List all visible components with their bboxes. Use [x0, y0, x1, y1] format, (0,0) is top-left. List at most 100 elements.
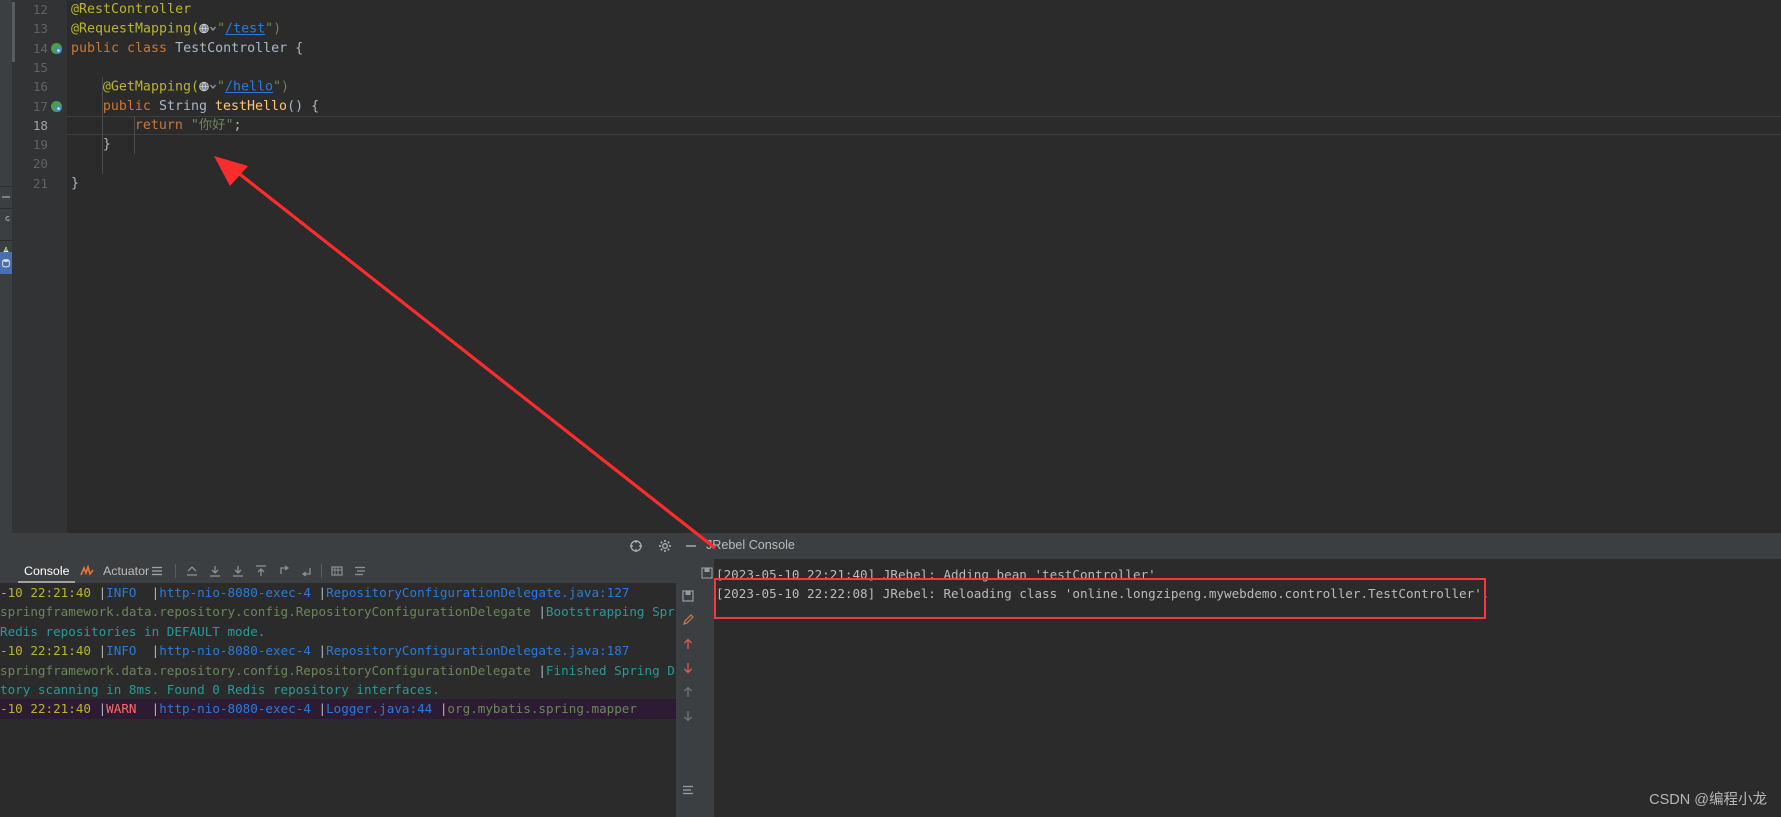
next-occurrence-arrow-icon[interactable] [681, 661, 695, 675]
console-line[interactable]: -10 22:21:40 |WARN |http-nio-8080-exec-4… [0, 699, 637, 718]
code-token: public [102, 98, 159, 114]
code-line[interactable] [67, 58, 1781, 77]
code-line[interactable]: return "你好"; [67, 116, 1781, 135]
console-segment: http-nio-8080-exec-4 [159, 701, 319, 717]
sidebar-item-structure[interactable] [0, 186, 12, 208]
code-token: public class [71, 40, 176, 56]
gear-icon[interactable] [658, 539, 672, 553]
wrap-text-icon[interactable] [681, 783, 695, 797]
code-line[interactable]: @RestController [67, 0, 1781, 19]
code-token: " [217, 21, 226, 37]
sidebar-item-database[interactable] [0, 252, 12, 274]
console-segment: | [538, 662, 546, 678]
code-text-area[interactable]: @RestController @RequestMapping("/test") p… [67, 0, 1781, 533]
jrebel-console-title: JRebel Console [706, 538, 795, 552]
ide-window: 12 13 14 15 16 17 18 19 20 21 @RestController @Req… [0, 0, 1781, 817]
code-line[interactable]: @GetMapping("/hello") [67, 77, 1781, 96]
run-panel-header [0, 533, 700, 559]
code-token: { [287, 40, 304, 56]
console-segment: http-nio-8080-exec-4 [159, 643, 319, 659]
web-mapping-gutter-icon[interactable] [199, 19, 217, 38]
next-item-icon[interactable] [681, 709, 695, 723]
print-icon[interactable] [330, 564, 344, 578]
bottom-tool-window: JRebel Console Console Actuator -10 22:2… [0, 533, 1781, 817]
jrebel-line[interactable]: [2023-05-10 22:21:40] JRebel: Adding bea… [716, 565, 1156, 584]
console-segment: Redis repositories in DEFAULT mode. [0, 623, 266, 639]
soft-wrap-icon[interactable] [353, 564, 367, 578]
console-segment: -10 22:21:40 [0, 643, 99, 659]
console-line[interactable]: tory scanning in 8ms. Found 0 Redis repo… [0, 680, 440, 699]
console-segment: http-nio-8080-exec-4 [159, 585, 319, 600]
jrebel-output[interactable]: [2023-05-10 22:21:40] JRebel: Adding bea… [714, 559, 1781, 817]
actuator-icon [80, 564, 94, 576]
next-occurrence-icon[interactable] [300, 564, 314, 578]
console-segment: | [318, 585, 327, 600]
console-segment: | [318, 701, 327, 717]
sidebar-item-build[interactable] [0, 208, 12, 230]
console-segment: springframework.data.repository.config.R… [0, 662, 539, 678]
jrebel-line[interactable]: [2023-05-10 22:22:08] JRebel: Reloading … [716, 584, 1489, 603]
tab-actuator[interactable]: Actuator [97, 559, 155, 583]
scroll-bottom-icon[interactable] [231, 564, 245, 578]
code-token: TestController [175, 40, 288, 56]
console-line[interactable]: Redis repositories in DEFAULT mode. [0, 622, 265, 641]
code-token: @RestController [71, 2, 192, 17]
code-token: testHello [215, 98, 288, 114]
console-line[interactable]: -10 22:21:40 |INFO |http-nio-8080-exec-4… [0, 641, 629, 660]
console-segment: -10 22:21:40 [0, 701, 99, 717]
code-line[interactable]: public class TestController { [67, 39, 1781, 58]
code-token: ") [273, 79, 290, 95]
console-tab-row: Console Actuator [0, 559, 700, 583]
console-segment: RepositoryConfigurationDelegate.java:187 [326, 643, 630, 659]
code-token: String [158, 98, 215, 114]
scroll-down-icon[interactable] [208, 564, 222, 578]
scroll-up-icon[interactable] [185, 564, 199, 578]
code-line[interactable]: @RequestMapping("/test") [67, 19, 1781, 38]
database-icon [2, 259, 10, 268]
locate-icon[interactable] [629, 539, 643, 553]
line-number: 20 [32, 156, 48, 172]
save-icon[interactable] [681, 589, 695, 603]
console-output[interactable]: -10 22:21:40 |INFO |http-nio-8080-exec-4… [0, 583, 676, 817]
code-line[interactable]: public String testHello() { [67, 97, 1781, 116]
code-token: return [134, 117, 191, 133]
prev-item-icon[interactable] [681, 685, 695, 699]
indent-guide [133, 115, 135, 155]
console-segment: | [318, 643, 327, 659]
console-line[interactable]: springframework.data.repository.config.R… [0, 661, 676, 680]
prev-occurrence-arrow-icon[interactable] [681, 637, 695, 651]
code-editor[interactable]: 12 13 14 15 16 17 18 19 20 21 @RestController @Req… [12, 0, 1781, 533]
code-token: } [71, 175, 80, 191]
line-number: 19 [32, 137, 48, 153]
code-token: /hello [225, 79, 274, 95]
code-token: /test [225, 21, 266, 37]
console-line[interactable]: -10 22:21:40 |INFO |http-nio-8080-exec-4… [0, 583, 629, 602]
console-segment: | [538, 604, 546, 620]
hide-panel-icon[interactable] [684, 539, 698, 553]
web-mapping-gutter-icon[interactable] [199, 77, 217, 96]
list-icon[interactable] [150, 564, 164, 578]
edit-icon[interactable] [681, 613, 695, 627]
bean-icon[interactable] [50, 42, 63, 55]
console-segment: -10 22:21:40 [0, 585, 99, 600]
console-segment: Bootstrapping Spring [545, 604, 676, 620]
line-number: 14 [32, 40, 48, 56]
code-line[interactable]: } [67, 135, 1781, 154]
editor-gutter[interactable]: 12 13 14 15 16 17 18 19 20 21 [12, 0, 67, 533]
bean-icon[interactable] [50, 100, 63, 113]
code-token: () { [287, 98, 320, 114]
code-line[interactable] [67, 154, 1781, 173]
tab-console[interactable]: Console [18, 559, 76, 583]
scroll-top-icon[interactable] [254, 564, 268, 578]
indent-guide [101, 77, 103, 174]
code-line[interactable]: } [67, 174, 1781, 193]
code-token: ") [265, 21, 282, 37]
jrebel-console-panel: [2023-05-10 22:21:40] JRebel: Adding bea… [700, 559, 1781, 817]
wrench-icon [5, 216, 11, 221]
line-number: 13 [32, 21, 48, 37]
code-token: ; [233, 117, 242, 133]
console-side-toolbar [676, 583, 700, 817]
save-icon[interactable] [701, 567, 713, 579]
console-line[interactable]: springframework.data.repository.config.R… [0, 602, 676, 621]
prev-occurrence-icon[interactable] [277, 564, 291, 578]
